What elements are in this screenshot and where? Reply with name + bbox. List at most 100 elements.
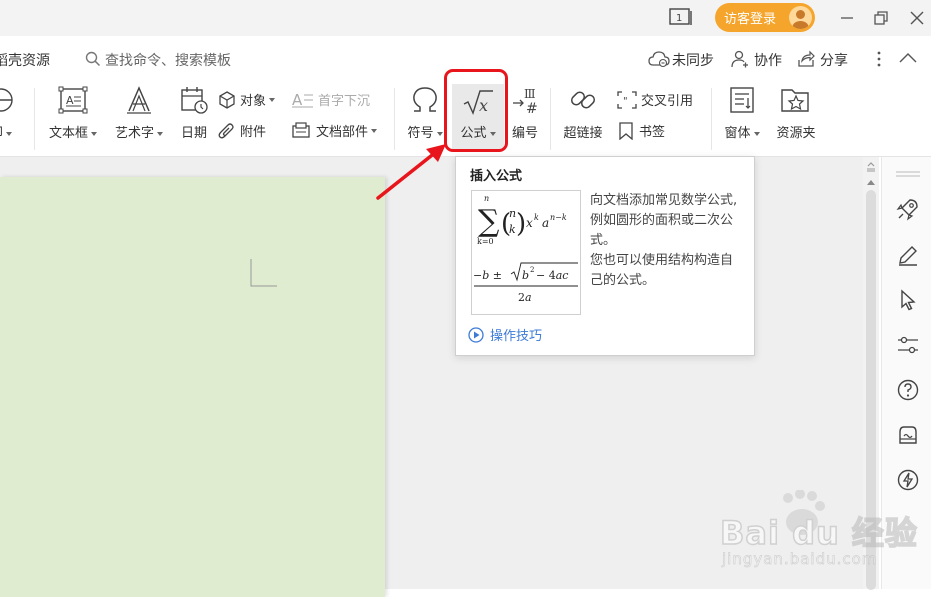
attachment-button[interactable]: 附件 [218, 121, 266, 140]
forms-label: 窗体 [724, 126, 751, 141]
formula-highlight-box [444, 69, 508, 152]
share-button[interactable]: 分享 [820, 50, 848, 70]
numbering-button[interactable]: Ⅲ # 编号 [507, 82, 543, 141]
separator [34, 88, 35, 150]
gift-box-icon[interactable] [896, 423, 920, 447]
tooltip-title: 插入公式 [470, 169, 523, 184]
collaborate-button[interactable]: 协作 [754, 50, 782, 70]
symbol-label: 符号 [407, 126, 434, 141]
panel-grip-icon [896, 171, 920, 177]
forms-button[interactable]: 窗体 [720, 82, 764, 141]
document-page[interactable] [0, 177, 385, 597]
minimize-button[interactable] [835, 6, 859, 30]
hyperlink-button[interactable]: 超链接 [558, 82, 608, 141]
operation-tips-label: 操作技巧 [490, 329, 543, 344]
cross-reference-button[interactable]: " 交叉引用 [617, 90, 693, 109]
svg-text:Ⅲ: Ⅲ [524, 87, 536, 101]
svg-text:k: k [509, 223, 516, 236]
svg-text:− 4ac: − 4ac [536, 269, 568, 282]
svg-text:n−k: n−k [550, 213, 567, 222]
more-icon[interactable] [876, 50, 882, 68]
menu-docer-resources[interactable]: 稻壳资源 [0, 50, 50, 70]
svg-text:A: A [292, 91, 303, 109]
date-button[interactable]: 日期 [176, 82, 212, 141]
help-icon[interactable] [896, 378, 920, 402]
page-count-icon[interactable]: 1 [669, 7, 693, 27]
bookmark-icon [619, 121, 633, 140]
margin-corner-mark [250, 259, 277, 287]
forms-icon [730, 87, 754, 113]
rocket-icon[interactable] [896, 197, 920, 221]
object-label: 对象 [240, 94, 267, 109]
wordart-button[interactable]: 艺术字 [110, 82, 168, 141]
wordart-label: 艺术字 [114, 126, 154, 141]
resource-folder-icon [781, 89, 809, 112]
svg-text:b: b [522, 269, 529, 282]
cross-reference-icon: " [617, 90, 637, 109]
page-badge-text: 1 [676, 13, 682, 24]
watermark-url: jingyan.baidu.com [722, 550, 878, 569]
formula-preview-image: n ∑ k=0 ( n k ) x k a n−k −b ± b 2 − 4ac… [473, 194, 578, 304]
operation-tips-link[interactable]: 操作技巧 [468, 325, 542, 344]
svg-text:): ) [516, 209, 526, 239]
symbol-button[interactable]: 符号 [403, 82, 447, 141]
numbering-label: 编号 [511, 126, 538, 141]
resource-folder-button[interactable]: 资源夹 [771, 82, 821, 141]
watermark-brand: Bai du 经验 [719, 513, 918, 553]
sync-status[interactable]: 未同步 [672, 50, 714, 70]
tooltip-description-line2: 您也可以使用结构构造自己的公式。 [590, 253, 734, 288]
lightning-icon[interactable] [896, 468, 920, 492]
link-icon [570, 91, 596, 109]
svg-text:#: # [526, 101, 538, 115]
resource-folder-label: 资源夹 [776, 126, 816, 141]
svg-text:k=0: k=0 [477, 237, 494, 246]
textbox-label: 文本框 [48, 126, 88, 141]
title-bar: 1 访客登录 [0, 0, 931, 36]
print-button[interactable]: 印 [0, 82, 16, 141]
collapse-ribbon-icon[interactable] [899, 52, 917, 64]
red-arrow-annotation [376, 144, 446, 200]
scroll-split-icon [867, 162, 875, 172]
print-label: 印 [0, 126, 3, 141]
calendar-icon [181, 87, 208, 114]
tooltip-description-line1: 向文档添加常见数学公式, 例如圆形的面积或二次公式。 [590, 193, 738, 248]
dropcap-label: 首字下沉 [318, 94, 371, 109]
separator [550, 88, 551, 150]
pen-icon[interactable] [896, 243, 920, 267]
baidu-watermark: Bai du 经验 jingyan.baidu.com [719, 489, 920, 580]
avatar [789, 6, 812, 29]
svg-text:": " [623, 96, 628, 107]
date-label: 日期 [180, 126, 207, 141]
hyperlink-label: 超链接 [563, 126, 603, 141]
omega-icon [413, 87, 437, 112]
search-input[interactable]: 查找命令、搜索模板 [105, 50, 231, 70]
svg-text:a: a [542, 216, 549, 230]
document-parts-button[interactable]: 文档部件 [292, 121, 378, 140]
textbox-button[interactable]: A 文本框 [44, 82, 102, 141]
close-button[interactable] [905, 6, 929, 30]
object-button[interactable]: 对象 [218, 90, 276, 109]
visitor-login-button[interactable]: 访客登录 [715, 3, 815, 32]
adjust-sliders-icon[interactable] [896, 333, 920, 357]
svg-text:∑: ∑ [478, 204, 500, 239]
cross-reference-label: 交叉引用 [641, 94, 694, 109]
svg-text:2: 2 [530, 266, 534, 274]
separator [711, 88, 712, 150]
svg-text:x: x [526, 216, 533, 230]
bookmark-label: 书签 [639, 125, 666, 140]
dropcap-icon: A [292, 91, 313, 109]
attachment-label: 附件 [240, 125, 267, 140]
share-icon [798, 50, 815, 67]
play-circle-icon [468, 326, 484, 343]
restore-button[interactable] [869, 6, 893, 30]
scroll-up-icon[interactable] [866, 178, 876, 186]
collaborate-icon [731, 50, 748, 68]
svg-text:−b ±: −b ± [473, 269, 502, 282]
bookmark-button[interactable]: 书签 [617, 121, 665, 140]
close-icon [910, 11, 924, 25]
cube-icon [219, 90, 235, 109]
cloud-sync-icon [648, 51, 670, 68]
cursor-icon[interactable] [896, 288, 920, 312]
restore-icon [874, 11, 888, 25]
paperclip-icon [218, 122, 234, 138]
